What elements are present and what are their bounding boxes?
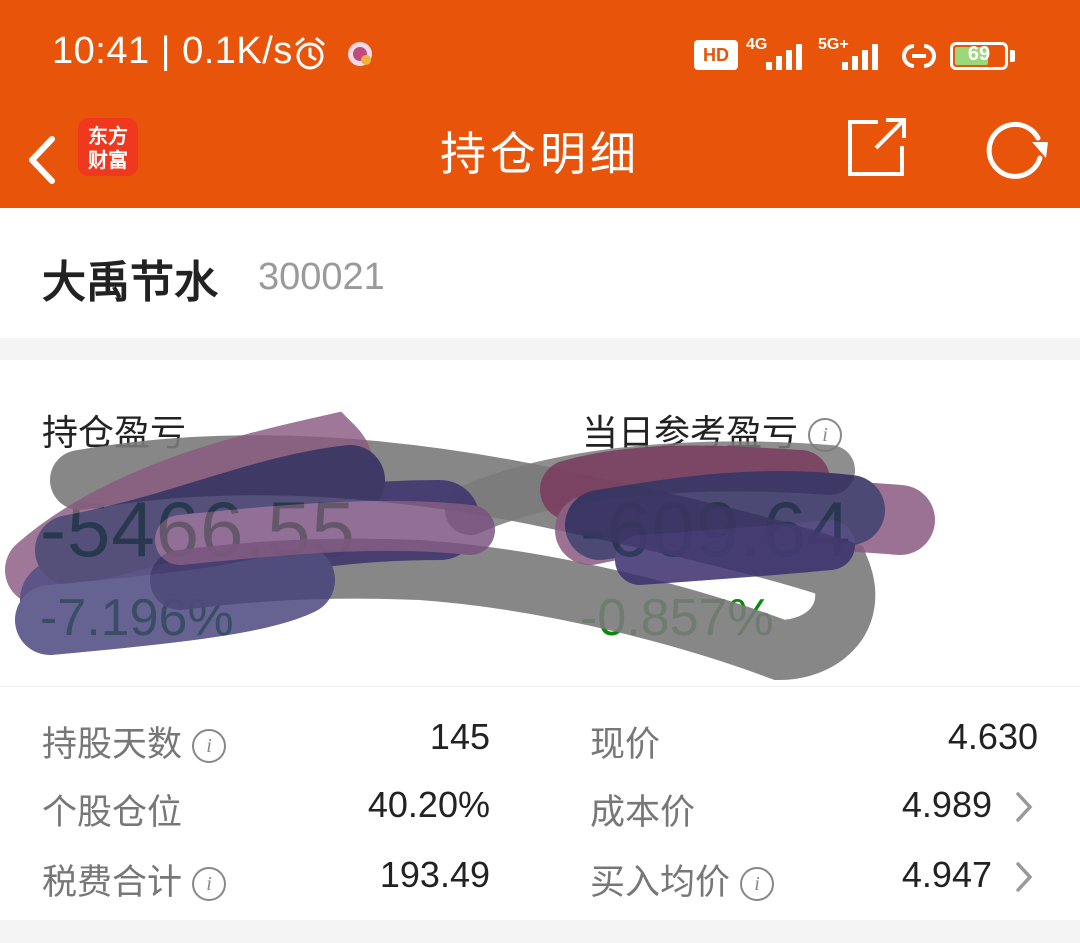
status-time-speed: 10:41 | 0.1K/s (52, 30, 293, 72)
fees-total-value: 193.49 (379, 854, 490, 895)
info-icon[interactable]: i (192, 867, 227, 901)
stock-name: 大禹节水 (42, 257, 218, 308)
holding-days-label: 持股天数 i (42, 716, 227, 767)
daily-pnl-label: 当日参考盈亏 (582, 413, 799, 454)
cost-price-value[interactable]: 4.989 (830, 784, 992, 826)
chevron-right-icon[interactable] (1014, 790, 1034, 824)
avg-buy-price-value[interactable]: 4.947 (830, 854, 992, 896)
stock-header: 大禹节水 300021 (0, 208, 1080, 338)
fees-total-label: 税费合计 i (42, 854, 227, 905)
signal-icon (766, 44, 802, 70)
app-notif-icon (348, 42, 372, 66)
info-icon[interactable]: i (740, 867, 775, 901)
position-ratio-value: 40.20% (367, 784, 490, 825)
cost-price-label: 成本价 (590, 793, 696, 833)
battery-level: 69 (967, 43, 991, 65)
avg-buy-price-label: 买入均价 i (590, 854, 775, 905)
daily-pnl-percent: -0.857% (580, 589, 774, 647)
alarm-icon (295, 37, 325, 70)
position-pnl-label: 持仓盈亏 (42, 413, 187, 454)
info-icon[interactable]: i (808, 418, 843, 452)
pnl-card: 持仓盈亏 当日参考盈亏 i -5466.55 -7.196% -609.64 -0… (0, 360, 1080, 920)
nav-bar: 东方 财富 持仓明细 (0, 110, 1080, 208)
current-price-value: 4.630 (947, 716, 1038, 757)
status-bar: 10:41 | 0.1K/s HD 4G 5G+ 69 (0, 0, 1080, 110)
link-icon (902, 44, 936, 68)
page-title: 持仓明细 (440, 127, 640, 181)
position-pnl-amount: -5466.55 (40, 485, 356, 573)
position-ratio-label: 个股仓位 (42, 793, 183, 833)
battery-icon: 69 (950, 42, 1008, 70)
share-icon[interactable] (846, 116, 908, 178)
divider (0, 686, 1080, 687)
holding-days-value: 145 (429, 716, 490, 757)
battery-tip (1010, 50, 1015, 62)
stock-code: 300021 (258, 256, 385, 298)
signal-icon (842, 44, 878, 70)
position-pnl-percent: -7.196% (40, 589, 234, 647)
daily-pnl-label-wrap: 当日参考盈亏 i (582, 404, 843, 456)
current-price-label: 现价 (590, 725, 661, 765)
refresh-icon[interactable] (984, 118, 1054, 180)
chevron-right-icon[interactable] (1014, 860, 1034, 894)
info-icon[interactable]: i (192, 729, 227, 763)
hd-badge: HD (694, 40, 738, 70)
daily-pnl-amount: -609.64 (580, 485, 852, 573)
